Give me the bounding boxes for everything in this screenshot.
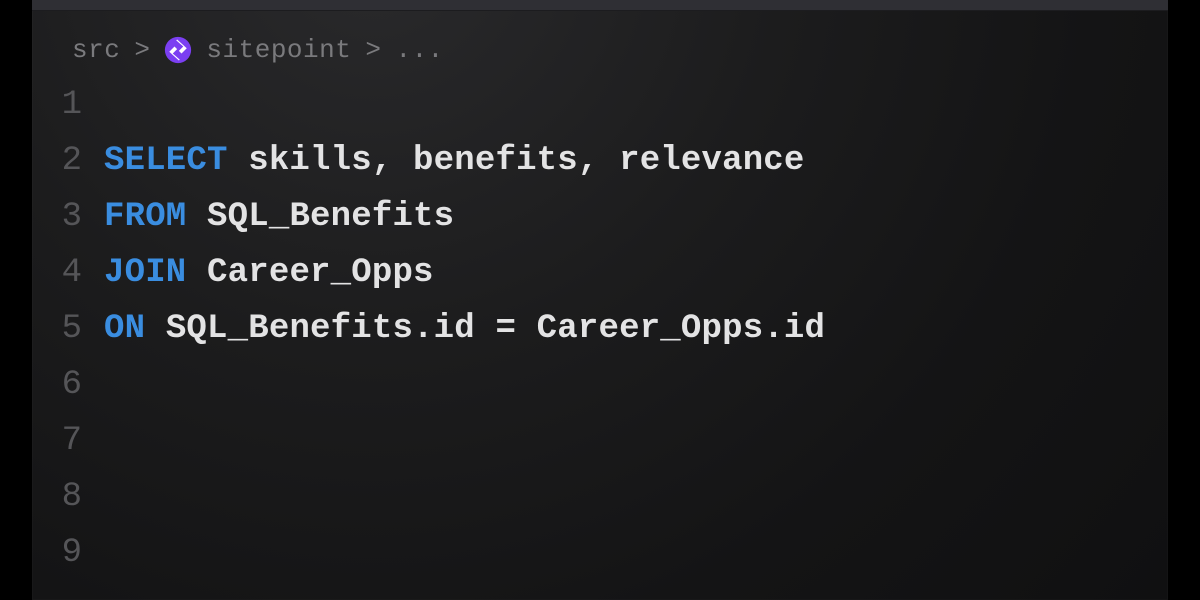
code-line[interactable]: 7 [32, 413, 1168, 469]
code-line[interactable]: 3 FROM SQL_Benefits [32, 189, 1168, 245]
line-number: 4 [32, 245, 104, 301]
code-content[interactable]: JOIN Career_Opps [104, 245, 434, 301]
code-line[interactable]: 9 [32, 525, 1168, 581]
code-content[interactable]: ON SQL_Benefits.id = Career_Opps.id [104, 301, 825, 357]
code-line[interactable]: 1 [32, 77, 1168, 133]
sql-keyword: FROM [104, 198, 186, 236]
line-number: 6 [32, 357, 104, 413]
code-content[interactable]: SELECT skills, benefits, relevance [104, 133, 805, 189]
breadcrumb-separator: > [134, 35, 150, 65]
breadcrumb-tail: ... [395, 35, 443, 65]
sql-identifiers: SQL_Benefits.id = Career_Opps.id [145, 310, 825, 348]
sql-keyword: ON [104, 310, 145, 348]
sql-keyword: JOIN [104, 254, 186, 292]
sql-keyword: SELECT [104, 142, 228, 180]
breadcrumb-separator: > [365, 35, 381, 65]
breadcrumb[interactable]: src > sitepoint > ... [32, 11, 1168, 73]
breadcrumb-root[interactable]: src [72, 35, 120, 65]
code-line[interactable]: 8 [32, 469, 1168, 525]
breadcrumb-item[interactable]: sitepoint [206, 35, 351, 65]
line-number: 5 [32, 301, 104, 357]
window-top-bar [32, 0, 1168, 11]
sql-identifiers: SQL_Benefits [186, 198, 454, 236]
sql-identifiers: skills, benefits, relevance [228, 142, 805, 180]
editor-window: src > sitepoint > ... 1 2 SELECT skills,… [32, 0, 1168, 600]
sql-identifiers: Career_Opps [186, 254, 433, 292]
line-number: 8 [32, 469, 104, 525]
code-line[interactable]: 4 JOIN Career_Opps [32, 245, 1168, 301]
code-line[interactable]: 5 ON SQL_Benefits.id = Career_Opps.id [32, 301, 1168, 357]
line-number: 2 [32, 133, 104, 189]
line-number: 9 [32, 525, 104, 581]
code-editor[interactable]: 1 2 SELECT skills, benefits, relevance 3… [32, 73, 1168, 581]
line-number: 1 [32, 77, 104, 133]
sitepoint-logo-icon [164, 36, 192, 64]
code-line[interactable]: 6 [32, 357, 1168, 413]
line-number: 3 [32, 189, 104, 245]
code-line[interactable]: 2 SELECT skills, benefits, relevance [32, 133, 1168, 189]
line-number: 7 [32, 413, 104, 469]
code-content[interactable]: FROM SQL_Benefits [104, 189, 454, 245]
